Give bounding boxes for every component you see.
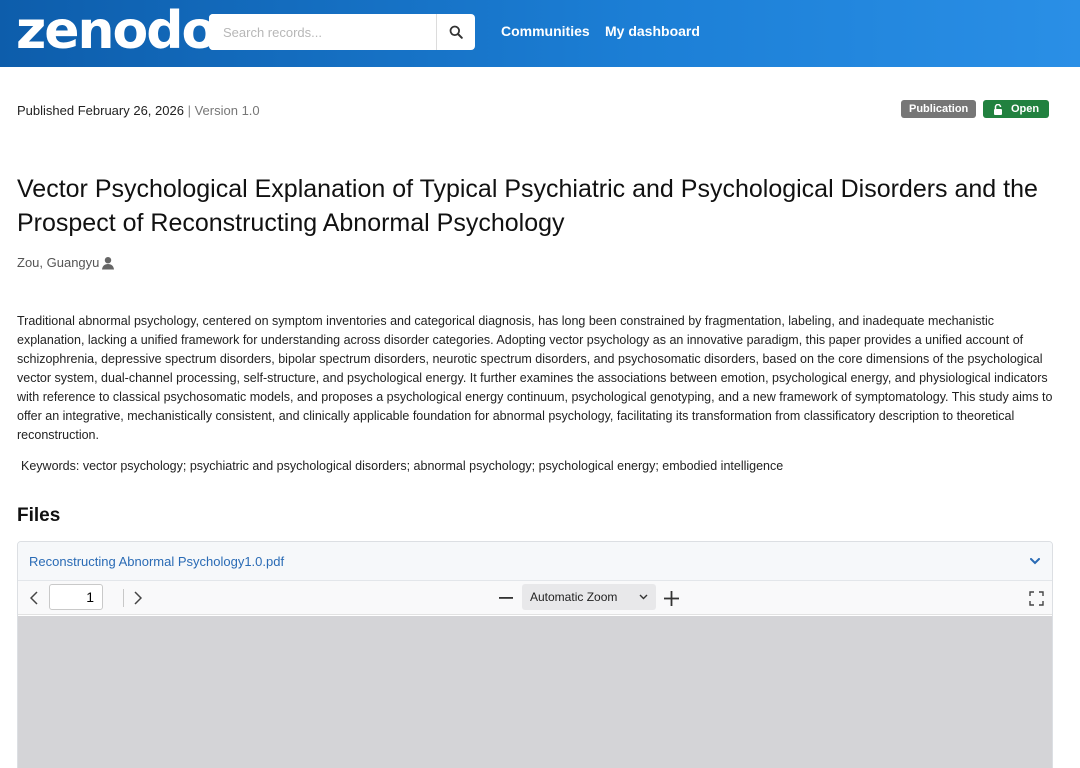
plus-icon	[663, 590, 679, 606]
page-number-input[interactable]	[49, 584, 103, 610]
zenodo-logo[interactable]: zenodo	[16, 2, 217, 60]
access-status-label: Open	[1011, 103, 1040, 115]
toolbar-divider	[123, 589, 124, 607]
minus-icon	[499, 597, 513, 599]
record-keywords: Keywords: vector psychology; psychiatric…	[21, 459, 784, 473]
lock-open-icon	[994, 103, 1002, 115]
chevron-left-icon	[30, 591, 38, 605]
version-label: Version 1.0	[194, 103, 260, 118]
access-status-badge: Open	[983, 100, 1050, 118]
chevron-right-icon	[134, 591, 142, 605]
nav-communities[interactable]: Communities	[501, 23, 590, 39]
file-name-link[interactable]: Reconstructing Abnormal Psychology1.0.pd…	[29, 554, 284, 569]
resource-type-label: Publication	[909, 103, 969, 115]
publication-info: Published February 26, 2026 | Version 1.…	[17, 103, 260, 118]
chevron-down-icon	[639, 594, 648, 600]
fullscreen-button[interactable]	[1026, 588, 1046, 608]
pdf-viewer-toolbar: Automatic Zoom	[18, 581, 1052, 615]
next-page-button[interactable]	[128, 588, 148, 608]
user-icon	[102, 256, 115, 269]
zoom-select[interactable]: Automatic Zoom	[522, 584, 656, 610]
fullscreen-icon	[1028, 590, 1044, 606]
top-navbar: zenodo Communities My dashboard	[0, 0, 1080, 67]
search-button[interactable]	[436, 14, 475, 50]
zoom-in-button[interactable]	[661, 588, 681, 608]
previous-page-button[interactable]	[24, 588, 44, 608]
nav-my-dashboard[interactable]: My dashboard	[605, 23, 700, 39]
search-bar	[209, 14, 475, 50]
pdf-page-area[interactable]	[18, 616, 1052, 768]
file-preview-header[interactable]: Reconstructing Abnormal Psychology1.0.pd…	[18, 542, 1052, 581]
search-input[interactable]	[209, 14, 436, 50]
resource-type-badge: Publication	[901, 100, 977, 118]
chevron-down-icon[interactable]	[1030, 557, 1040, 565]
zoom-out-button[interactable]	[496, 588, 516, 608]
search-icon	[449, 25, 463, 39]
published-date: Published February 26, 2026	[17, 103, 184, 118]
meta-separator: |	[187, 103, 191, 118]
author-line: Zou, Guangyu	[17, 255, 115, 270]
author-name[interactable]: Zou, Guangyu	[17, 255, 99, 270]
files-heading: Files	[17, 505, 61, 526]
file-preview-panel: Reconstructing Abnormal Psychology1.0.pd…	[17, 541, 1053, 768]
record-title: Vector Psychological Explanation of Typi…	[17, 175, 1038, 237]
record-abstract: Traditional abnormal psychology, centere…	[17, 314, 1053, 442]
zoom-value: Automatic Zoom	[530, 590, 618, 604]
